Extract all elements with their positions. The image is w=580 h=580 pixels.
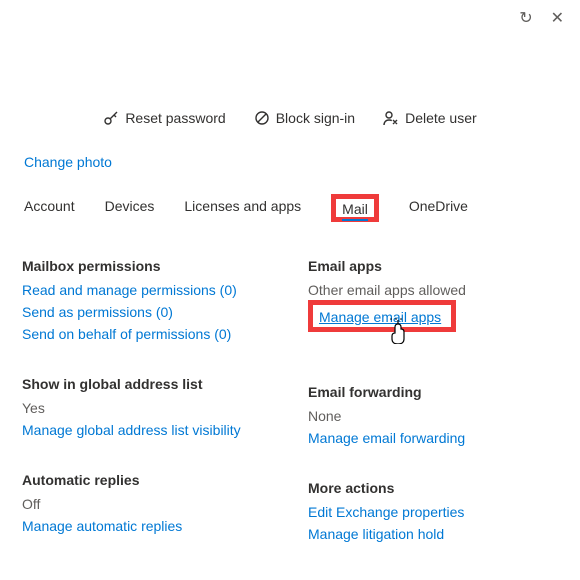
edit-exchange-link[interactable]: Edit Exchange properties — [308, 504, 560, 520]
block-signin-button[interactable]: Block sign-in — [254, 110, 355, 126]
read-manage-permissions-link[interactable]: Read and manage permissions (0) — [22, 282, 274, 298]
send-as-permissions-link[interactable]: Send as permissions (0) — [22, 304, 274, 320]
email-fwd-value: None — [308, 408, 560, 424]
refresh-icon[interactable]: ↻ — [519, 8, 532, 28]
highlight-manage-email-apps: Manage email apps — [308, 300, 456, 332]
user-actions-row: Reset password Block sign-in Delete user — [20, 110, 560, 126]
tab-mail[interactable]: Mail — [342, 197, 368, 221]
section-email-forwarding: Email forwarding None Manage email forwa… — [308, 384, 560, 446]
auto-replies-value: Off — [22, 496, 274, 512]
manage-email-apps-link[interactable]: Manage email apps — [319, 309, 441, 325]
section-show-gal: Show in global address list Yes Manage g… — [22, 376, 274, 438]
delete-user-label: Delete user — [405, 110, 477, 126]
auto-replies-heading: Automatic replies — [22, 472, 274, 488]
show-gal-heading: Show in global address list — [22, 376, 274, 392]
tabs-row: Account Devices Licenses and apps Mail O… — [20, 194, 560, 222]
mailbox-permissions-heading: Mailbox permissions — [22, 258, 274, 274]
manage-litigation-link[interactable]: Manage litigation hold — [308, 526, 560, 542]
manage-email-fwd-link[interactable]: Manage email forwarding — [308, 430, 560, 446]
more-actions-heading: More actions — [308, 480, 560, 496]
email-apps-value: Other email apps allowed — [308, 282, 560, 298]
tab-devices[interactable]: Devices — [105, 194, 155, 222]
key-icon — [103, 110, 119, 126]
section-auto-replies: Automatic replies Off Manage automatic r… — [22, 472, 274, 534]
show-gal-value: Yes — [22, 400, 274, 416]
delete-user-icon — [383, 110, 399, 126]
manage-auto-replies-link[interactable]: Manage automatic replies — [22, 518, 274, 534]
section-more-actions: More actions Edit Exchange properties Ma… — [308, 480, 560, 542]
delete-user-button[interactable]: Delete user — [383, 110, 477, 126]
highlight-mail-tab: Mail — [331, 194, 379, 222]
reset-password-label: Reset password — [125, 110, 225, 126]
send-on-behalf-permissions-link[interactable]: Send on behalf of permissions (0) — [22, 326, 274, 342]
close-icon[interactable]: ✕ — [551, 8, 564, 28]
email-apps-heading: Email apps — [308, 258, 560, 274]
section-mailbox-permissions: Mailbox permissions Read and manage perm… — [22, 258, 274, 342]
block-icon — [254, 110, 270, 126]
reset-password-button[interactable]: Reset password — [103, 110, 225, 126]
email-fwd-heading: Email forwarding — [308, 384, 560, 400]
tab-account[interactable]: Account — [24, 194, 75, 222]
change-photo-link[interactable]: Change photo — [24, 154, 112, 170]
manage-gal-link[interactable]: Manage global address list visibility — [22, 422, 274, 438]
cursor-icon — [387, 318, 409, 347]
block-signin-label: Block sign-in — [276, 110, 355, 126]
tab-licenses[interactable]: Licenses and apps — [184, 194, 301, 222]
section-email-apps: Email apps Other email apps allowed Mana… — [308, 258, 560, 332]
tab-onedrive[interactable]: OneDrive — [409, 194, 468, 222]
